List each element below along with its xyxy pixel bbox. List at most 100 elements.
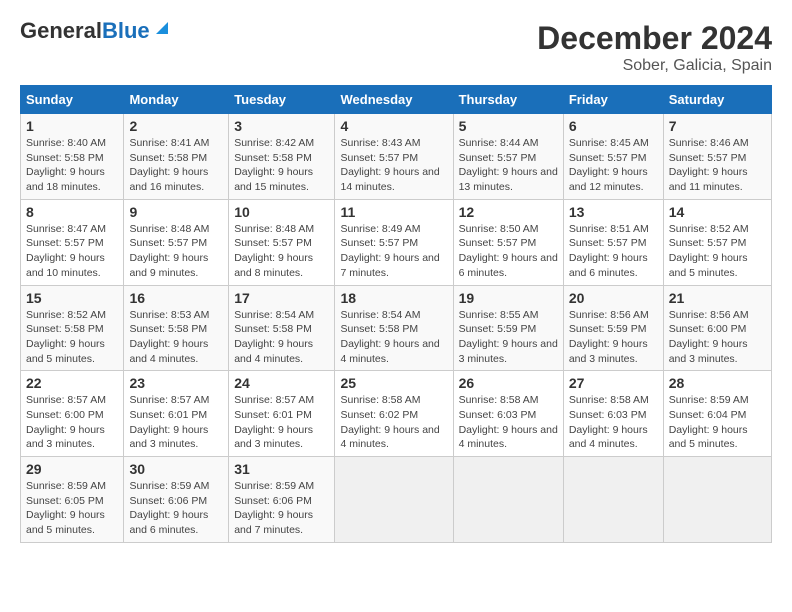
table-row: 26 Sunrise: 8:58 AM Sunset: 6:03 PM Dayl…	[453, 371, 563, 457]
day-number: 26	[459, 375, 558, 391]
table-row: 28 Sunrise: 8:59 AM Sunset: 6:04 PM Dayl…	[663, 371, 771, 457]
day-info: Sunrise: 8:57 AM Sunset: 6:01 PM Dayligh…	[234, 393, 329, 452]
day-info: Sunrise: 8:43 AM Sunset: 5:57 PM Dayligh…	[340, 136, 447, 195]
col-saturday: Saturday	[663, 86, 771, 114]
day-number: 17	[234, 290, 329, 306]
day-number: 5	[459, 118, 558, 134]
table-row: 2 Sunrise: 8:41 AM Sunset: 5:58 PM Dayli…	[124, 114, 229, 200]
day-number: 6	[569, 118, 658, 134]
day-info: Sunrise: 8:58 AM Sunset: 6:03 PM Dayligh…	[459, 393, 558, 452]
day-number: 30	[129, 461, 223, 477]
day-info: Sunrise: 8:54 AM Sunset: 5:58 PM Dayligh…	[234, 308, 329, 367]
day-number: 29	[26, 461, 118, 477]
table-row: 27 Sunrise: 8:58 AM Sunset: 6:03 PM Dayl…	[563, 371, 663, 457]
calendar-week-row: 8 Sunrise: 8:47 AM Sunset: 5:57 PM Dayli…	[21, 199, 772, 285]
col-tuesday: Tuesday	[229, 86, 335, 114]
page-header: GeneralBlue December 2024 Sober, Galicia…	[20, 20, 772, 75]
day-info: Sunrise: 8:56 AM Sunset: 6:00 PM Dayligh…	[669, 308, 766, 367]
day-info: Sunrise: 8:50 AM Sunset: 5:57 PM Dayligh…	[459, 222, 558, 281]
calendar-week-row: 29 Sunrise: 8:59 AM Sunset: 6:05 PM Dayl…	[21, 457, 772, 543]
table-row: 24 Sunrise: 8:57 AM Sunset: 6:01 PM Dayl…	[229, 371, 335, 457]
calendar-week-row: 22 Sunrise: 8:57 AM Sunset: 6:00 PM Dayl…	[21, 371, 772, 457]
table-row: 18 Sunrise: 8:54 AM Sunset: 5:58 PM Dayl…	[335, 285, 453, 371]
table-row: 12 Sunrise: 8:50 AM Sunset: 5:57 PM Dayl…	[453, 199, 563, 285]
logo-text: GeneralBlue	[20, 18, 150, 43]
day-number: 24	[234, 375, 329, 391]
col-wednesday: Wednesday	[335, 86, 453, 114]
day-info: Sunrise: 8:54 AM Sunset: 5:58 PM Dayligh…	[340, 308, 447, 367]
day-info: Sunrise: 8:48 AM Sunset: 5:57 PM Dayligh…	[129, 222, 223, 281]
table-row: 4 Sunrise: 8:43 AM Sunset: 5:57 PM Dayli…	[335, 114, 453, 200]
table-row: 14 Sunrise: 8:52 AM Sunset: 5:57 PM Dayl…	[663, 199, 771, 285]
table-row	[453, 457, 563, 543]
table-row: 30 Sunrise: 8:59 AM Sunset: 6:06 PM Dayl…	[124, 457, 229, 543]
day-number: 21	[669, 290, 766, 306]
table-row: 25 Sunrise: 8:58 AM Sunset: 6:02 PM Dayl…	[335, 371, 453, 457]
day-number: 2	[129, 118, 223, 134]
day-number: 23	[129, 375, 223, 391]
calendar-table: Sunday Monday Tuesday Wednesday Thursday…	[20, 85, 772, 543]
day-number: 15	[26, 290, 118, 306]
day-number: 22	[26, 375, 118, 391]
day-info: Sunrise: 8:58 AM Sunset: 6:02 PM Dayligh…	[340, 393, 447, 452]
day-info: Sunrise: 8:59 AM Sunset: 6:05 PM Dayligh…	[26, 479, 118, 538]
day-info: Sunrise: 8:53 AM Sunset: 5:58 PM Dayligh…	[129, 308, 223, 367]
table-row: 21 Sunrise: 8:56 AM Sunset: 6:00 PM Dayl…	[663, 285, 771, 371]
day-info: Sunrise: 8:59 AM Sunset: 6:06 PM Dayligh…	[234, 479, 329, 538]
table-row: 16 Sunrise: 8:53 AM Sunset: 5:58 PM Dayl…	[124, 285, 229, 371]
calendar-week-row: 15 Sunrise: 8:52 AM Sunset: 5:58 PM Dayl…	[21, 285, 772, 371]
day-info: Sunrise: 8:41 AM Sunset: 5:58 PM Dayligh…	[129, 136, 223, 195]
day-number: 18	[340, 290, 447, 306]
table-row: 8 Sunrise: 8:47 AM Sunset: 5:57 PM Dayli…	[21, 199, 124, 285]
day-number: 4	[340, 118, 447, 134]
table-row: 20 Sunrise: 8:56 AM Sunset: 5:59 PM Dayl…	[563, 285, 663, 371]
day-info: Sunrise: 8:52 AM Sunset: 5:58 PM Dayligh…	[26, 308, 118, 367]
day-info: Sunrise: 8:44 AM Sunset: 5:57 PM Dayligh…	[459, 136, 558, 195]
day-number: 25	[340, 375, 447, 391]
table-row: 15 Sunrise: 8:52 AM Sunset: 5:58 PM Dayl…	[21, 285, 124, 371]
day-info: Sunrise: 8:47 AM Sunset: 5:57 PM Dayligh…	[26, 222, 118, 281]
day-info: Sunrise: 8:40 AM Sunset: 5:58 PM Dayligh…	[26, 136, 118, 195]
table-row: 31 Sunrise: 8:59 AM Sunset: 6:06 PM Dayl…	[229, 457, 335, 543]
table-row: 1 Sunrise: 8:40 AM Sunset: 5:58 PM Dayli…	[21, 114, 124, 200]
page-subtitle: Sober, Galicia, Spain	[537, 57, 772, 75]
day-number: 11	[340, 204, 447, 220]
table-row: 29 Sunrise: 8:59 AM Sunset: 6:05 PM Dayl…	[21, 457, 124, 543]
table-row	[663, 457, 771, 543]
day-info: Sunrise: 8:55 AM Sunset: 5:59 PM Dayligh…	[459, 308, 558, 367]
day-number: 7	[669, 118, 766, 134]
day-info: Sunrise: 8:59 AM Sunset: 6:06 PM Dayligh…	[129, 479, 223, 538]
table-row: 3 Sunrise: 8:42 AM Sunset: 5:58 PM Dayli…	[229, 114, 335, 200]
day-number: 9	[129, 204, 223, 220]
day-info: Sunrise: 8:56 AM Sunset: 5:59 PM Dayligh…	[569, 308, 658, 367]
day-number: 13	[569, 204, 658, 220]
page-title: December 2024	[537, 20, 772, 57]
table-row: 23 Sunrise: 8:57 AM Sunset: 6:01 PM Dayl…	[124, 371, 229, 457]
day-number: 1	[26, 118, 118, 134]
day-number: 20	[569, 290, 658, 306]
col-thursday: Thursday	[453, 86, 563, 114]
day-number: 16	[129, 290, 223, 306]
day-info: Sunrise: 8:51 AM Sunset: 5:57 PM Dayligh…	[569, 222, 658, 281]
day-info: Sunrise: 8:48 AM Sunset: 5:57 PM Dayligh…	[234, 222, 329, 281]
table-row: 19 Sunrise: 8:55 AM Sunset: 5:59 PM Dayl…	[453, 285, 563, 371]
day-info: Sunrise: 8:57 AM Sunset: 6:01 PM Dayligh…	[129, 393, 223, 452]
day-number: 28	[669, 375, 766, 391]
table-row	[335, 457, 453, 543]
day-info: Sunrise: 8:49 AM Sunset: 5:57 PM Dayligh…	[340, 222, 447, 281]
day-info: Sunrise: 8:45 AM Sunset: 5:57 PM Dayligh…	[569, 136, 658, 195]
col-monday: Monday	[124, 86, 229, 114]
day-info: Sunrise: 8:57 AM Sunset: 6:00 PM Dayligh…	[26, 393, 118, 452]
day-number: 19	[459, 290, 558, 306]
calendar-week-row: 1 Sunrise: 8:40 AM Sunset: 5:58 PM Dayli…	[21, 114, 772, 200]
day-number: 27	[569, 375, 658, 391]
day-number: 14	[669, 204, 766, 220]
table-row: 10 Sunrise: 8:48 AM Sunset: 5:57 PM Dayl…	[229, 199, 335, 285]
table-row: 9 Sunrise: 8:48 AM Sunset: 5:57 PM Dayli…	[124, 199, 229, 285]
col-friday: Friday	[563, 86, 663, 114]
day-number: 10	[234, 204, 329, 220]
table-row: 5 Sunrise: 8:44 AM Sunset: 5:57 PM Dayli…	[453, 114, 563, 200]
col-sunday: Sunday	[21, 86, 124, 114]
table-row	[563, 457, 663, 543]
day-number: 3	[234, 118, 329, 134]
